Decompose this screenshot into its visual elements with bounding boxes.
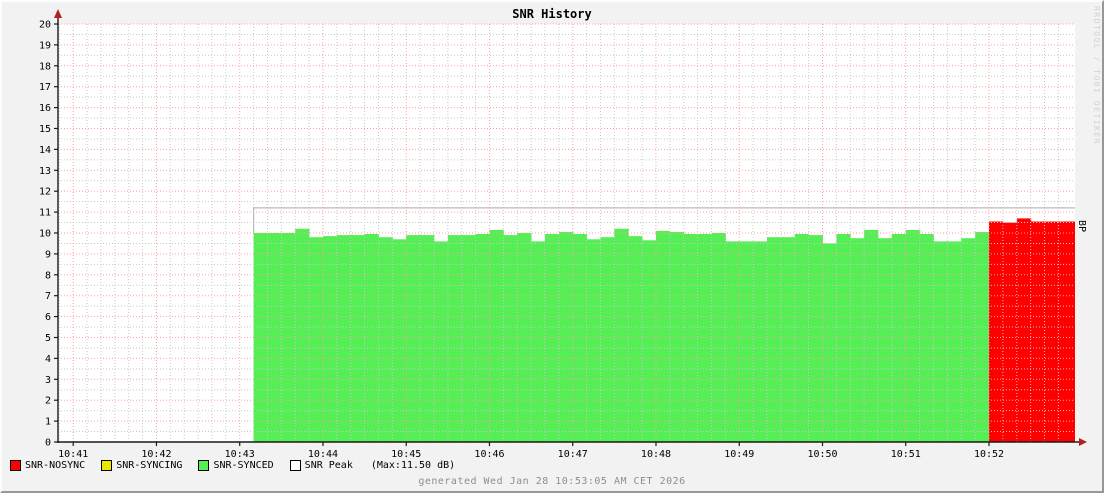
bar: [739, 241, 754, 442]
y-tick-label: 8: [45, 270, 51, 281]
y-tick-label: 18: [39, 61, 51, 72]
x-tick-label: 10:43: [225, 449, 255, 460]
bar: [434, 241, 449, 442]
generated-timestamp: generated Wed Jan 28 10:53:05 AM CET 202…: [418, 476, 686, 487]
bar: [822, 243, 837, 442]
y-tick-label: 11: [39, 208, 51, 219]
bar: [1058, 221, 1075, 442]
y-tick-label: 7: [45, 291, 51, 302]
bars-snr-synced: [253, 228, 990, 442]
bar: [1002, 222, 1018, 442]
y-tick-label: 12: [39, 187, 51, 198]
x-axis-labels: 10:41 10:42 10:43 10:44 10:45 10:46 10:47 10:48…: [58, 449, 1004, 460]
y-tick-label: 16: [39, 103, 51, 114]
bar: [600, 237, 615, 442]
y-tick-label: 1: [45, 417, 51, 428]
bar: [392, 239, 407, 442]
x-tick-label: 10:46: [474, 449, 504, 460]
y-tick-label: 3: [45, 375, 51, 386]
bars-snr-nosync: [989, 218, 1075, 442]
legend-item-snr-syncing: SNR-SYNCING: [101, 460, 182, 471]
legend-item-snr-synced: SNR-SYNCED: [198, 460, 274, 471]
snr-history-chart: 0123456789101112131415161718192010:41 10:…: [39, 9, 1087, 460]
y-tick-label: 9: [45, 249, 51, 260]
bar: [725, 241, 740, 442]
x-tick-label: 10:48: [641, 449, 671, 460]
bar: [780, 237, 796, 442]
bar: [531, 241, 546, 442]
y-axis-arrow-icon: [54, 9, 62, 18]
y-axis-labels: 01234567891011121314151617181920: [39, 20, 51, 449]
y-tick-label: 17: [39, 82, 51, 93]
bar: [933, 241, 948, 442]
y-tick-label: 4: [45, 354, 51, 365]
legend-item-snr-nosync: SNR-NOSYNC: [10, 460, 85, 471]
bar: [878, 238, 893, 442]
legend-label: SNR-NOSYNC: [25, 460, 86, 471]
y-tick-label: 5: [45, 333, 51, 344]
x-axis-arrow-icon: [1079, 438, 1087, 446]
y-tick-label: 0: [45, 438, 51, 449]
y-tick-label: 10: [39, 229, 51, 240]
legend-label: SNR-SYNCED: [213, 460, 274, 471]
x-tick-label: 10:47: [558, 449, 588, 460]
legend-label: SNR-SYNCING: [116, 460, 183, 471]
bar: [989, 221, 1004, 442]
peak-max-note: (Max:11.50 dB): [370, 460, 456, 471]
y-tick-label: 19: [39, 40, 51, 51]
y-tick-label: 15: [39, 124, 51, 135]
legend-color-swatch: [101, 460, 113, 471]
x-tick-label: 10:41: [58, 449, 88, 460]
bar: [378, 237, 393, 442]
bar: [961, 238, 976, 442]
x-tick-label: 10:49: [724, 449, 754, 460]
x-tick-label: 10:44: [308, 449, 338, 460]
y-tick-label: 14: [39, 145, 51, 156]
x-tick-label: 10:45: [391, 449, 421, 460]
y-tick-label: 20: [39, 20, 51, 31]
x-tick-label: 10:42: [141, 449, 171, 460]
bar: [642, 240, 657, 442]
right-axis-label: BP: [1076, 220, 1087, 233]
legend-color-swatch: [198, 460, 210, 471]
x-tick-label: 10:51: [891, 449, 921, 460]
bar: [767, 237, 782, 442]
x-tick-label: 10:50: [807, 449, 837, 460]
bar: [1030, 221, 1045, 442]
bar: [1016, 218, 1032, 442]
bar: [947, 241, 962, 442]
bar: [850, 238, 865, 442]
legend: SNR-NOSYNC SNR-SYNCING SNR-SYNCED SNR Peak (…: [10, 460, 455, 471]
y-tick-label: 6: [45, 312, 51, 323]
rrdtool-watermark: RRDTOOL / TOBI OETIKER: [1092, 6, 1101, 145]
legend-color-swatch: [10, 460, 21, 471]
bar: [1044, 221, 1059, 442]
x-tick-label: 10:52: [974, 449, 1004, 460]
legend-color-swatch: [289, 460, 301, 471]
rrdtool-graph: SNR History 0 1 2 3 4 5 6 7 8 9 10 11 12 13 14 15 16 17 18…: [0, 0, 1104, 493]
legend-item-snr-peak: SNR Peak: [289, 460, 353, 471]
bar: [753, 241, 768, 442]
bar: [614, 228, 629, 442]
y-tick-label: 13: [39, 166, 51, 177]
bar: [586, 239, 601, 442]
y-tick-label: 2: [45, 396, 51, 407]
bar: [295, 228, 310, 442]
bar: [309, 237, 324, 442]
legend-label: SNR Peak: [304, 460, 353, 471]
